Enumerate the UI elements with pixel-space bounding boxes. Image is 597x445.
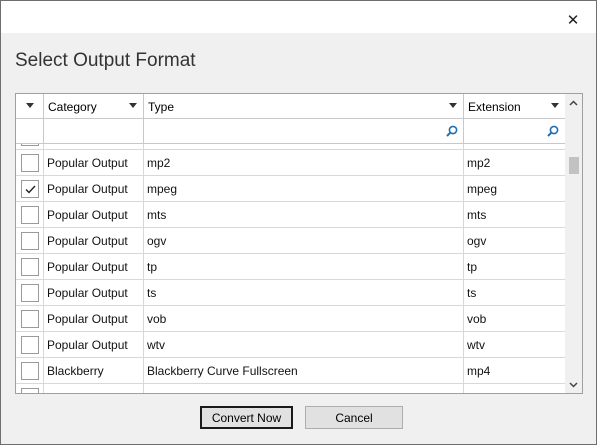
- convert-now-button[interactable]: Convert Now: [200, 406, 293, 429]
- row-select-cell: [16, 358, 44, 384]
- grid-header: Category Type Extension: [16, 94, 565, 119]
- extension-cell: wtv: [467, 338, 485, 352]
- extension-header-label: Extension: [468, 99, 521, 114]
- table-row[interactable]: Popular Output mp2 mp2: [16, 150, 565, 176]
- page-title: Select Output Format: [15, 50, 196, 71]
- category-cell: Popular Output: [44, 150, 144, 176]
- row-checkbox[interactable]: [21, 388, 39, 393]
- chevron-down-icon: [569, 381, 578, 388]
- select-column-header[interactable]: [16, 94, 44, 119]
- row-checkbox[interactable]: [21, 362, 39, 380]
- row-checkbox[interactable]: [21, 154, 39, 172]
- type-cell: Blackberry Curve Fullscreen: [144, 358, 464, 384]
- row-select-cell: [16, 150, 44, 176]
- type-cell: mp2: [144, 150, 464, 176]
- type-cell: tp: [144, 254, 464, 280]
- chevron-down-icon[interactable]: [129, 103, 137, 108]
- type-cell: mpeg: [144, 176, 464, 202]
- type-cell: mts: [144, 202, 464, 228]
- extension-cell: mp2: [467, 156, 491, 170]
- row-checkbox[interactable]: [21, 180, 39, 198]
- category-filter[interactable]: [44, 119, 144, 144]
- chevron-down-icon: [26, 103, 34, 108]
- search-icon[interactable]: [446, 125, 458, 137]
- category-cell: Popular Output: [44, 202, 144, 228]
- category-cell: Popular Output: [44, 254, 144, 280]
- search-icon[interactable]: [547, 125, 559, 137]
- category-cell: Popular Output: [44, 332, 144, 358]
- row-checkbox[interactable]: [21, 284, 39, 302]
- type-cell: vob: [144, 306, 464, 332]
- filter-cell-select: [16, 119, 44, 144]
- extension-cell: [464, 384, 565, 393]
- extension-cell: mp4: [467, 364, 491, 378]
- type-column-header[interactable]: Type: [144, 94, 464, 119]
- type-filter[interactable]: [144, 119, 464, 144]
- extension-filter[interactable]: [464, 119, 565, 144]
- extension-cell: tp: [467, 260, 478, 274]
- row-select-cell: [16, 332, 44, 358]
- category-cell: Popular Output: [44, 228, 144, 254]
- row-select-cell: [16, 306, 44, 332]
- row-select-cell: [16, 280, 44, 306]
- table-row[interactable]: Popular Output mts mts: [16, 202, 565, 228]
- type-cell: [144, 384, 464, 393]
- select-output-format-dialog: ✕ Select Output Format Category Type Ext…: [0, 0, 597, 445]
- row-select-cell: [16, 228, 44, 254]
- grid-rows: Popular Output mp2 mp2 Popular Output mpeg mp…: [16, 144, 565, 393]
- category-cell: Blackberry: [44, 358, 144, 384]
- row-checkbox[interactable]: [21, 258, 39, 276]
- table-row[interactable]: Popular Output vob vob: [16, 306, 565, 332]
- type-cell: ts: [144, 280, 464, 306]
- extension-cell: mts: [467, 208, 487, 222]
- chevron-up-icon: [569, 99, 578, 106]
- scroll-down-button[interactable]: [565, 376, 582, 393]
- checkmark-icon: [25, 185, 36, 194]
- row-select-cell: [16, 202, 44, 228]
- vertical-scrollbar[interactable]: [565, 94, 582, 393]
- chevron-down-icon[interactable]: [449, 103, 457, 108]
- row-select-cell: [16, 384, 44, 393]
- extension-column-header[interactable]: Extension: [464, 94, 565, 119]
- table-row[interactable]: Popular Output wtv wtv: [16, 332, 565, 358]
- row-checkbox[interactable]: [21, 310, 39, 328]
- type-cell: ogv: [144, 228, 464, 254]
- category-cell: Popular Output: [44, 306, 144, 332]
- table-row[interactable]: Popular Output ogv ogv: [16, 228, 565, 254]
- row-select-cell: [16, 176, 44, 202]
- scrollbar-thumb[interactable]: [569, 157, 579, 174]
- category-cell: [44, 384, 144, 393]
- extension-cell: ogv: [467, 234, 487, 248]
- category-cell: Popular Output: [44, 280, 144, 306]
- category-cell: Popular Output: [44, 176, 144, 202]
- table-row[interactable]: Popular Output tp tp: [16, 254, 565, 280]
- row-checkbox[interactable]: [21, 232, 39, 250]
- chevron-down-icon[interactable]: [551, 103, 559, 108]
- close-icon: ✕: [566, 12, 580, 29]
- table-row[interactable]: [16, 384, 565, 393]
- row-checkbox[interactable]: [21, 206, 39, 224]
- row-select-cell: [16, 254, 44, 280]
- extension-cell: mpeg: [467, 182, 498, 196]
- table-row[interactable]: Popular Output mpeg mpeg: [16, 176, 565, 202]
- table-row[interactable]: Blackberry Blackberry Curve Fullscreen mp4: [16, 358, 565, 384]
- cancel-button[interactable]: Cancel: [305, 406, 403, 429]
- extension-cell: ts: [467, 286, 477, 300]
- title-bar: ✕: [1, 1, 596, 33]
- category-header-label: Category: [48, 99, 97, 114]
- filter-row: [16, 119, 565, 144]
- category-column-header[interactable]: Category: [44, 94, 144, 119]
- row-checkbox[interactable]: [21, 144, 39, 146]
- type-cell: wtv: [144, 332, 464, 358]
- close-button[interactable]: ✕: [563, 10, 583, 30]
- format-grid: Category Type Extension Popular Output m…: [15, 93, 583, 394]
- row-checkbox[interactable]: [21, 336, 39, 354]
- table-row[interactable]: Popular Output ts ts: [16, 280, 565, 306]
- type-header-label: Type: [148, 99, 175, 114]
- scroll-up-button[interactable]: [565, 94, 582, 111]
- extension-cell: vob: [467, 312, 487, 326]
